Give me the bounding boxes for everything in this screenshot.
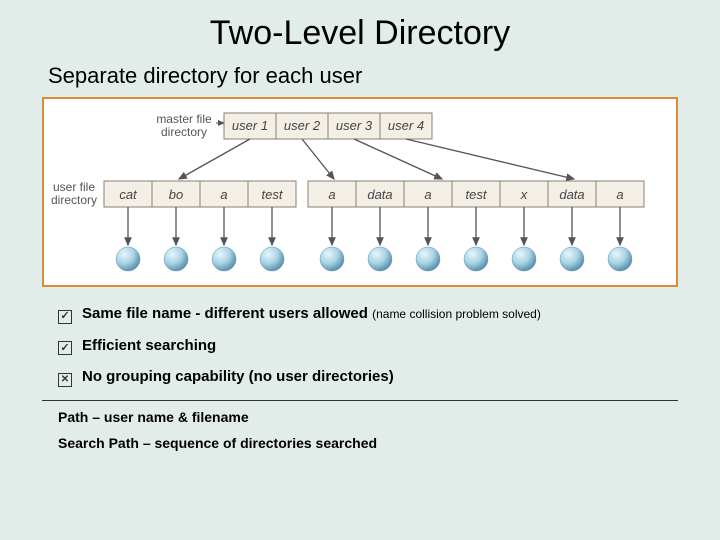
- svg-text:a: a: [220, 187, 227, 202]
- svg-text:a: a: [616, 187, 623, 202]
- svg-text:a: a: [328, 187, 335, 202]
- svg-text:cat: cat: [119, 187, 138, 202]
- footer-search-path: Search Path – sequence of directories se…: [58, 435, 720, 451]
- footer-path: Path – user name & filename: [58, 409, 720, 425]
- svg-text:user 1: user 1: [232, 118, 268, 133]
- svg-text:test: test: [466, 187, 488, 202]
- bullet-item-same-filename: Same file name - different users allowed…: [58, 305, 720, 323]
- diagram-container: master filedirectory user filedirectory …: [42, 97, 678, 287]
- divider: [42, 400, 678, 401]
- checkbox-icon: [58, 310, 72, 324]
- bullet-list: Same file name - different users allowed…: [58, 305, 720, 386]
- ufd-label: user filedirectory: [46, 181, 102, 206]
- bullet-item-no-grouping: No grouping capability (no user director…: [58, 368, 720, 386]
- page-title: Two-Level Directory: [0, 0, 720, 53]
- directory-diagram: user 1 user 2 user 3 user 4 cat bo a test a d…: [44, 99, 676, 285]
- crossbox-icon: [58, 373, 72, 387]
- svg-text:a: a: [424, 187, 431, 202]
- footer-notes: Path – user name & filename Search Path …: [58, 409, 720, 451]
- mfd-row: user 1 user 2 user 3 user 4: [224, 113, 432, 139]
- svg-text:user 3: user 3: [336, 118, 373, 133]
- svg-text:data: data: [367, 187, 392, 202]
- mfd-label: master filedirectory: [152, 113, 216, 138]
- svg-text:bo: bo: [169, 187, 183, 202]
- file-balls: [116, 207, 632, 271]
- svg-text:user 4: user 4: [388, 118, 424, 133]
- svg-text:test: test: [262, 187, 284, 202]
- ufd-row: cat bo a test a data a test x data a: [104, 181, 644, 207]
- svg-text:data: data: [559, 187, 584, 202]
- svg-text:user 2: user 2: [284, 118, 321, 133]
- svg-text:x: x: [520, 187, 528, 202]
- subtitle: Separate directory for each user: [0, 53, 720, 89]
- checkbox-icon: [58, 341, 72, 355]
- bullet-item-efficient-search: Efficient searching: [58, 337, 720, 355]
